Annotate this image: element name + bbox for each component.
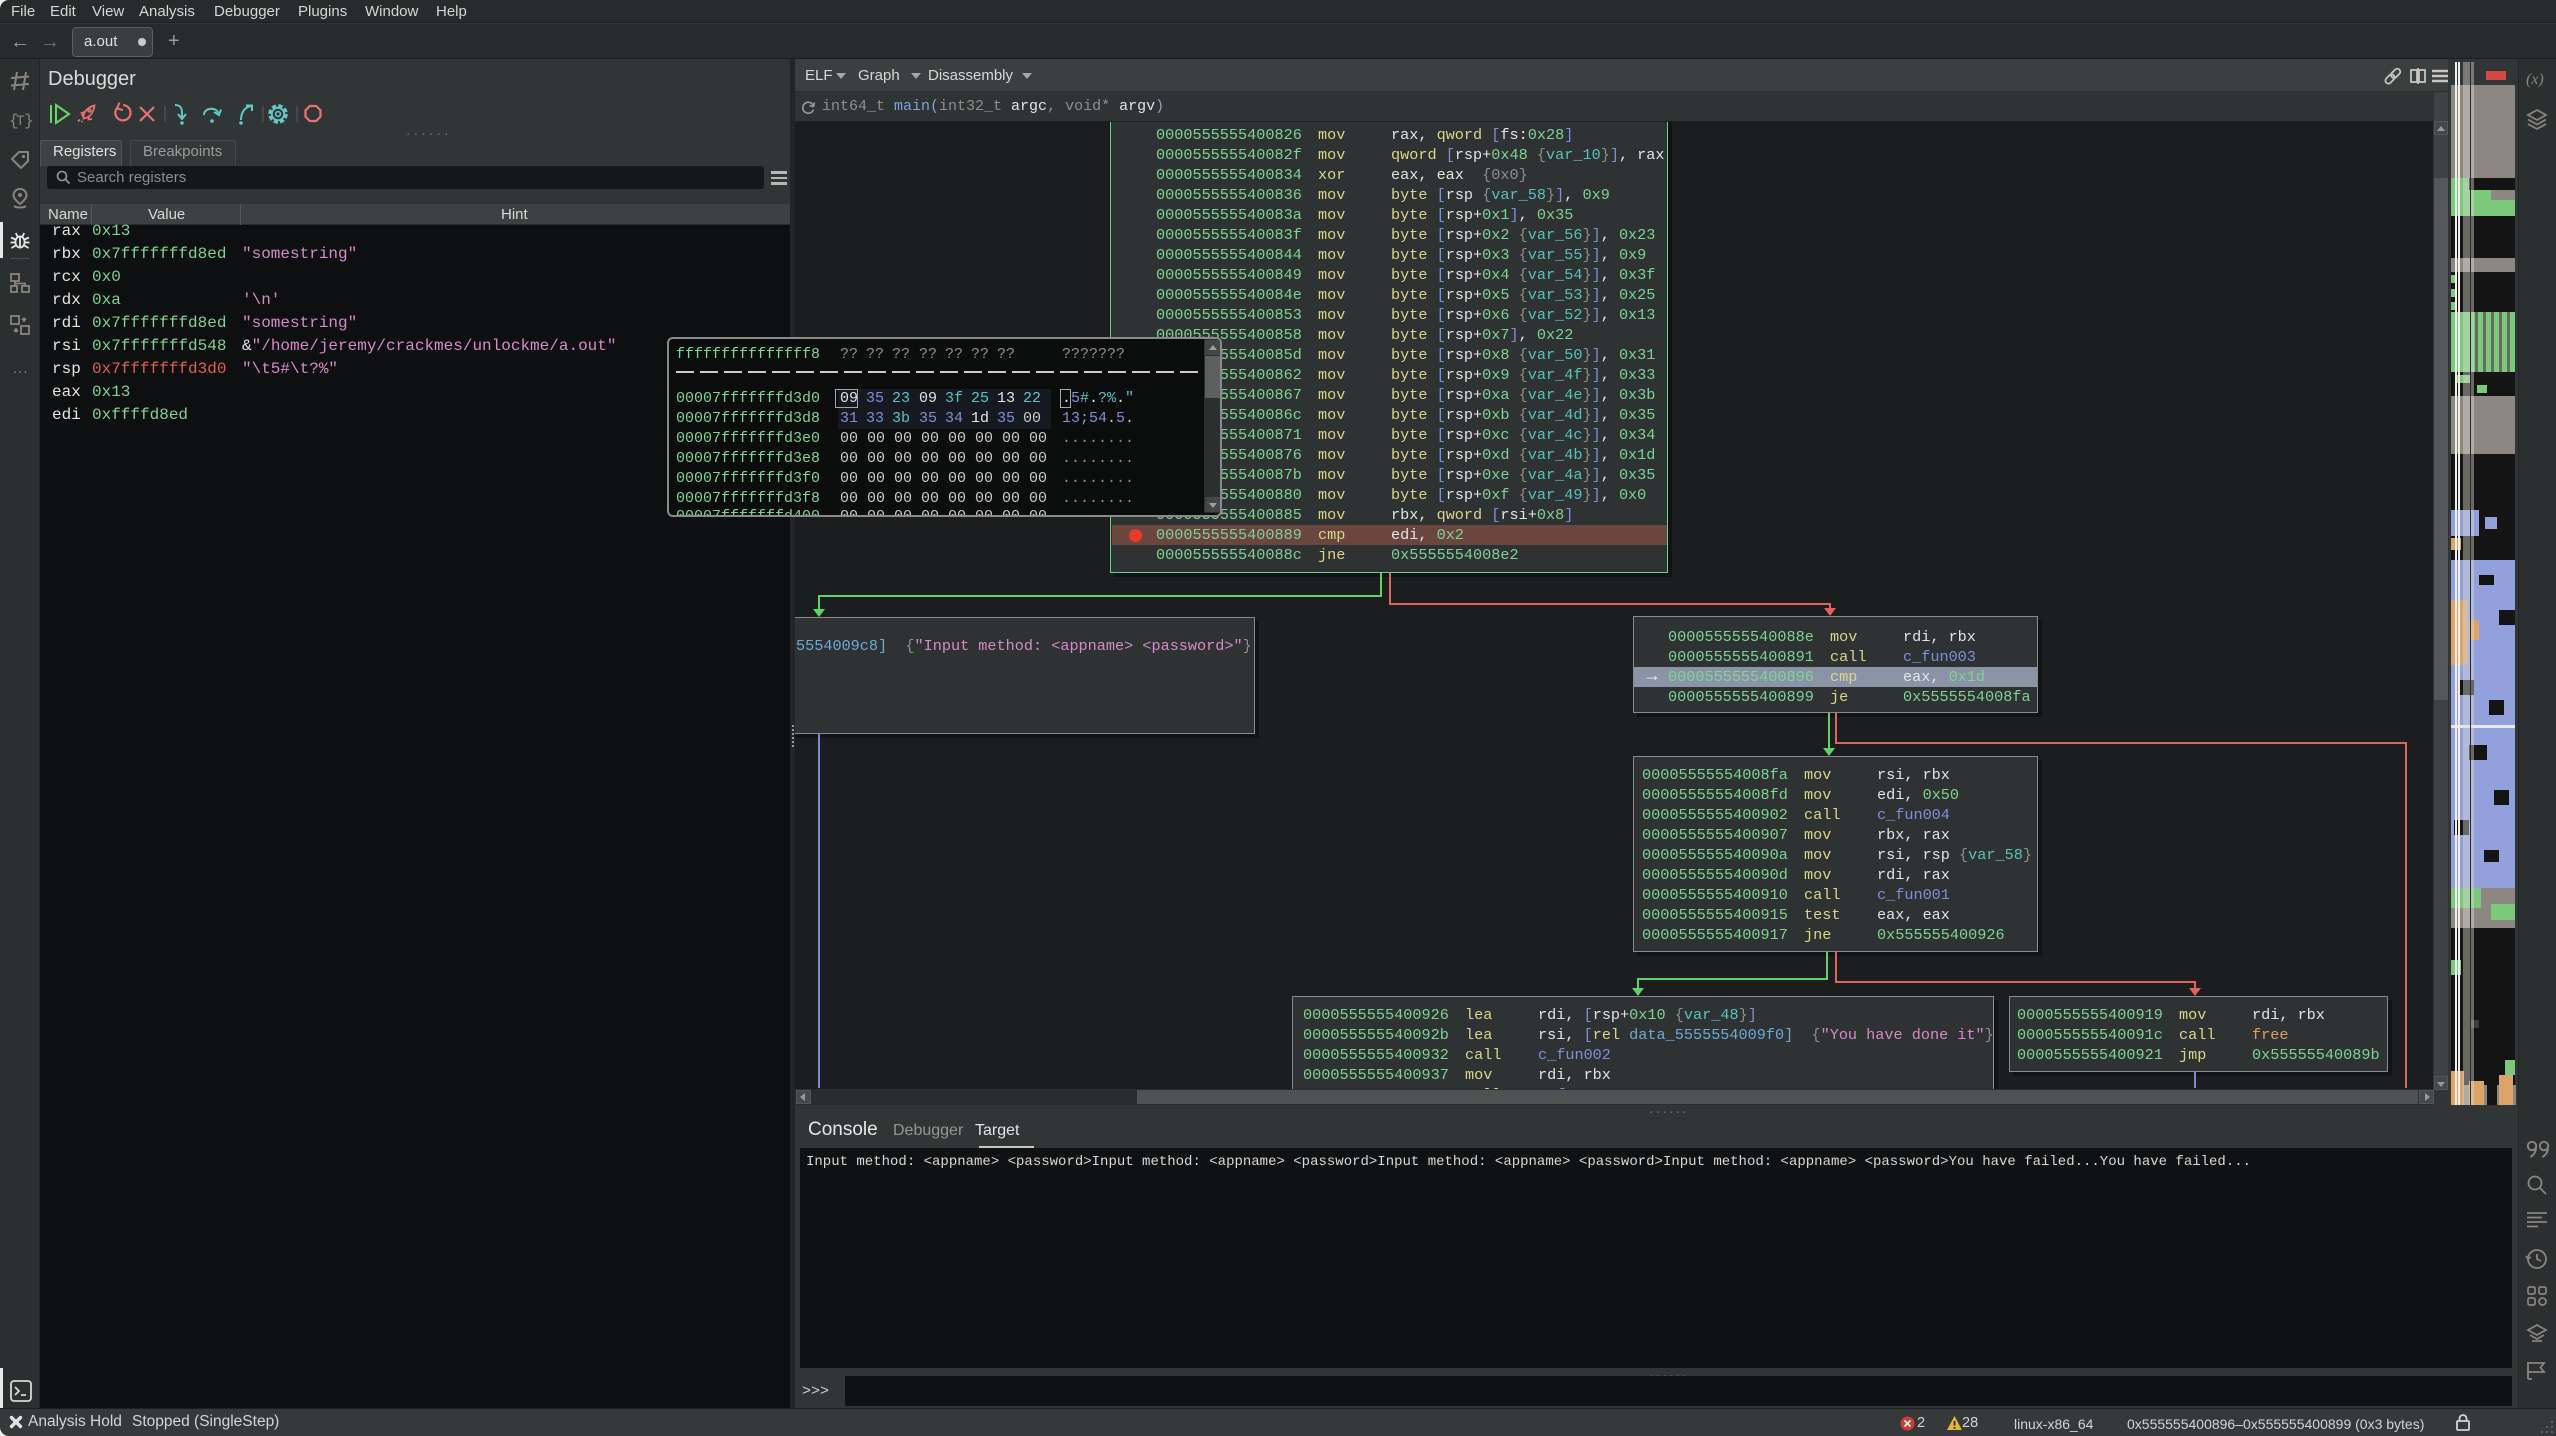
svg-text:}: }: [24, 112, 32, 130]
